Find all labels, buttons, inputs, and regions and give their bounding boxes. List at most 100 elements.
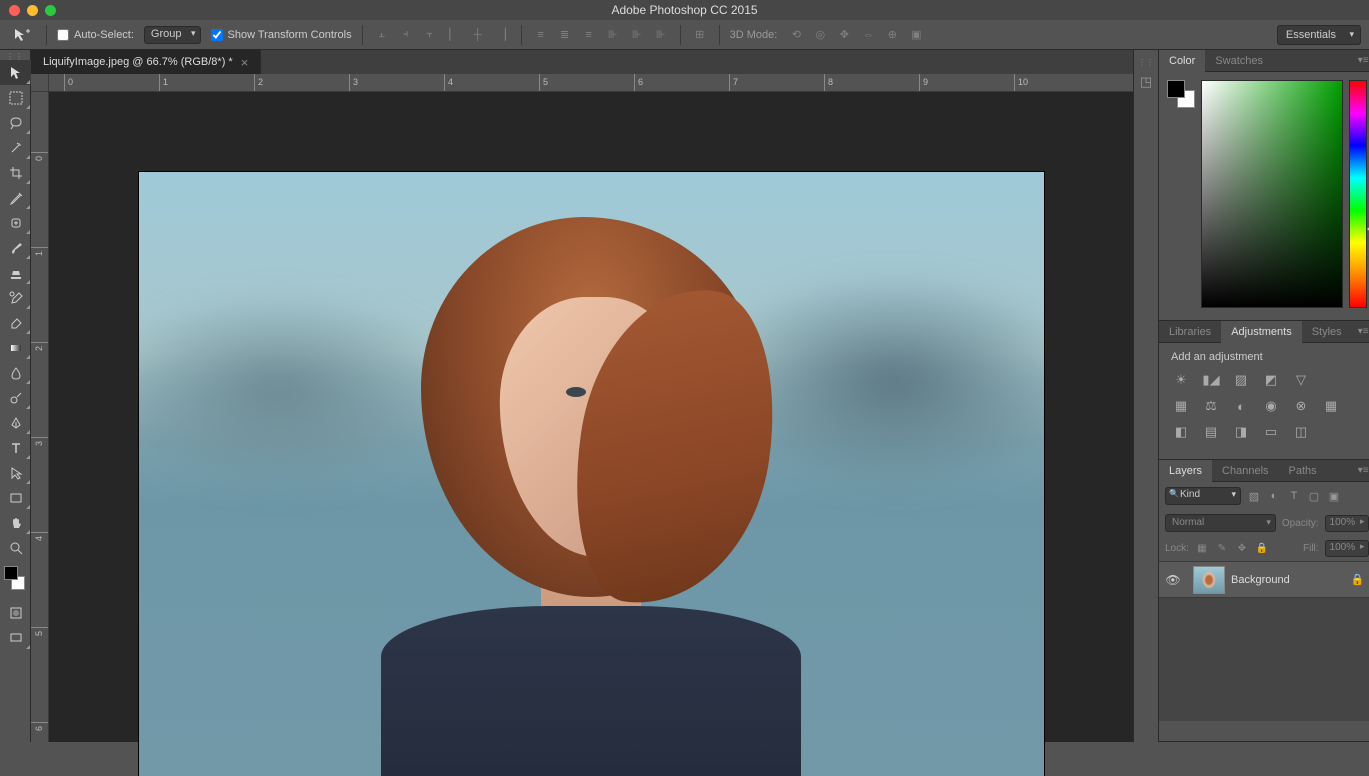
distribute-vcenter-icon[interactable]: ≣ bbox=[556, 26, 574, 44]
color-fgbg-swatch[interactable] bbox=[1167, 80, 1195, 108]
foreground-color-swatch[interactable] bbox=[4, 566, 18, 580]
active-tool-icon[interactable] bbox=[8, 25, 36, 45]
pen-tool[interactable] bbox=[0, 410, 31, 435]
lock-pixels-icon[interactable]: ✎ bbox=[1215, 542, 1229, 556]
distribute-right-icon[interactable]: ⊪ bbox=[652, 26, 670, 44]
3d-slide-icon[interactable]: ⇔ bbox=[859, 26, 877, 44]
horizontal-ruler[interactable]: 012345678910 bbox=[49, 74, 1133, 92]
auto-align-icon[interactable]: ⊞ bbox=[691, 26, 709, 44]
blend-mode-dropdown[interactable]: Normal bbox=[1165, 514, 1276, 532]
invert-icon[interactable]: ◧ bbox=[1171, 423, 1191, 441]
move-tool[interactable] bbox=[0, 60, 31, 85]
fill-value[interactable]: 100% bbox=[1325, 540, 1369, 557]
history-brush-tool[interactable] bbox=[0, 285, 31, 310]
zoom-window-button[interactable] bbox=[45, 5, 56, 16]
workspace-dropdown[interactable]: Essentials bbox=[1277, 25, 1361, 45]
clone-stamp-tool[interactable] bbox=[0, 260, 31, 285]
selective-color-icon[interactable]: ◫ bbox=[1291, 423, 1311, 441]
magic-wand-tool[interactable] bbox=[0, 135, 31, 160]
lasso-tool[interactable] bbox=[0, 110, 31, 135]
distribute-bottom-icon[interactable]: ≡ bbox=[580, 26, 598, 44]
tab-color[interactable]: Color bbox=[1159, 50, 1205, 72]
tab-libraries[interactable]: Libraries bbox=[1159, 321, 1221, 343]
zoom-tool[interactable] bbox=[0, 535, 31, 560]
toolbox-grip[interactable]: ⋮⋮ bbox=[0, 52, 30, 60]
close-document-button[interactable]: × bbox=[241, 55, 249, 70]
3d-pan-icon[interactable]: ✥ bbox=[835, 26, 853, 44]
layer-thumbnail[interactable] bbox=[1193, 566, 1225, 594]
path-select-tool[interactable] bbox=[0, 460, 31, 485]
show-transform-checkbox[interactable]: Show Transform Controls bbox=[211, 29, 352, 41]
vertical-ruler[interactable]: 0123456 bbox=[31, 92, 49, 742]
dock-grip[interactable]: ⋮⋮ bbox=[1138, 58, 1154, 67]
align-bottom-edges-icon[interactable]: ⫟ bbox=[421, 26, 439, 44]
auto-select-input[interactable] bbox=[57, 29, 69, 41]
3d-camera-icon[interactable]: ▣ bbox=[907, 26, 925, 44]
threshold-icon[interactable]: ◨ bbox=[1231, 423, 1251, 441]
posterize-icon[interactable]: ▤ bbox=[1201, 423, 1221, 441]
3d-zoom-icon[interactable]: ⊕ bbox=[883, 26, 901, 44]
filter-pixel-icon[interactable]: ▧ bbox=[1247, 489, 1261, 503]
hue-sat-icon[interactable]: ▦ bbox=[1171, 397, 1191, 415]
vibrance-icon[interactable]: ▽ bbox=[1291, 371, 1311, 389]
screen-mode-button[interactable] bbox=[0, 625, 31, 650]
levels-icon[interactable]: ▮◢ bbox=[1201, 371, 1221, 389]
eyedropper-tool[interactable] bbox=[0, 185, 31, 210]
opacity-value[interactable]: 100% bbox=[1325, 515, 1369, 532]
filter-adjustment-icon[interactable]: ◐ bbox=[1267, 489, 1281, 503]
adjustments-panel-menu[interactable]: ▾≡ bbox=[1352, 326, 1369, 337]
lock-transparency-icon[interactable]: ▦ bbox=[1195, 542, 1209, 556]
layer-filter-kind-dropdown[interactable]: Kind bbox=[1165, 487, 1241, 505]
hue-slider[interactable] bbox=[1349, 80, 1367, 308]
eraser-tool[interactable] bbox=[0, 310, 31, 335]
foreground-background-colors[interactable] bbox=[0, 564, 31, 592]
photo-filter-icon[interactable]: ◉ bbox=[1261, 397, 1281, 415]
gradient-tool[interactable] bbox=[0, 335, 31, 360]
history-panel-icon[interactable]: ◳ bbox=[1134, 71, 1158, 93]
color-balance-icon[interactable]: ⚖ bbox=[1201, 397, 1221, 415]
dodge-tool[interactable] bbox=[0, 385, 31, 410]
spot-heal-tool[interactable] bbox=[0, 210, 31, 235]
rectangle-tool[interactable] bbox=[0, 485, 31, 510]
channel-mixer-icon[interactable]: ⊗ bbox=[1291, 397, 1311, 415]
lock-position-icon[interactable]: ✥ bbox=[1235, 542, 1249, 556]
layer-name[interactable]: Background bbox=[1231, 574, 1351, 586]
color-lookup-icon[interactable]: ▦ bbox=[1321, 397, 1341, 415]
crop-tool[interactable] bbox=[0, 160, 31, 185]
layer-visibility-toggle[interactable]: 👁 bbox=[1159, 573, 1187, 587]
filter-type-icon[interactable]: T bbox=[1287, 489, 1301, 503]
brush-tool[interactable] bbox=[0, 235, 31, 260]
document-tab[interactable]: LiquifyImage.jpeg @ 66.7% (RGB/8*) * × bbox=[31, 50, 261, 74]
tab-swatches[interactable]: Swatches bbox=[1205, 50, 1273, 72]
align-right-edges-icon[interactable]: ▕ bbox=[493, 26, 511, 44]
color-field[interactable] bbox=[1201, 80, 1343, 308]
tab-adjustments[interactable]: Adjustments bbox=[1221, 321, 1302, 343]
tab-channels[interactable]: Channels bbox=[1212, 460, 1278, 482]
curves-icon[interactable]: ▨ bbox=[1231, 371, 1251, 389]
align-top-edges-icon[interactable]: ⫠ bbox=[373, 26, 391, 44]
3d-roll-icon[interactable]: ◎ bbox=[811, 26, 829, 44]
canvas-viewport[interactable] bbox=[49, 92, 1133, 742]
blur-tool[interactable] bbox=[0, 360, 31, 385]
type-tool[interactable] bbox=[0, 435, 31, 460]
color-panel-menu[interactable]: ▾≡ bbox=[1352, 55, 1369, 66]
align-vertical-centers-icon[interactable]: ⫞ bbox=[397, 26, 415, 44]
brightness-contrast-icon[interactable]: ☀ bbox=[1171, 371, 1191, 389]
tab-paths[interactable]: Paths bbox=[1279, 460, 1327, 482]
exposure-icon[interactable]: ◩ bbox=[1261, 371, 1281, 389]
tab-layers[interactable]: Layers bbox=[1159, 460, 1212, 482]
align-horizontal-centers-icon[interactable]: ┼ bbox=[469, 26, 487, 44]
tab-styles[interactable]: Styles bbox=[1302, 321, 1352, 343]
layer-item[interactable]: 👁 Background 🔒 bbox=[1159, 562, 1369, 598]
align-left-edges-icon[interactable]: ▏ bbox=[445, 26, 463, 44]
bw-icon[interactable]: ◐ bbox=[1231, 397, 1251, 415]
3d-orbit-icon[interactable]: ⟲ bbox=[787, 26, 805, 44]
marquee-tool[interactable] bbox=[0, 85, 31, 110]
gradient-map-icon[interactable]: ▭ bbox=[1261, 423, 1281, 441]
distribute-top-icon[interactable]: ≡ bbox=[532, 26, 550, 44]
minimize-window-button[interactable] bbox=[27, 5, 38, 16]
filter-smart-icon[interactable]: ▣ bbox=[1327, 489, 1341, 503]
distribute-hcenter-icon[interactable]: ⊪ bbox=[628, 26, 646, 44]
auto-select-mode-dropdown[interactable]: Group bbox=[144, 26, 201, 44]
layers-panel-menu[interactable]: ▾≡ bbox=[1352, 465, 1369, 476]
